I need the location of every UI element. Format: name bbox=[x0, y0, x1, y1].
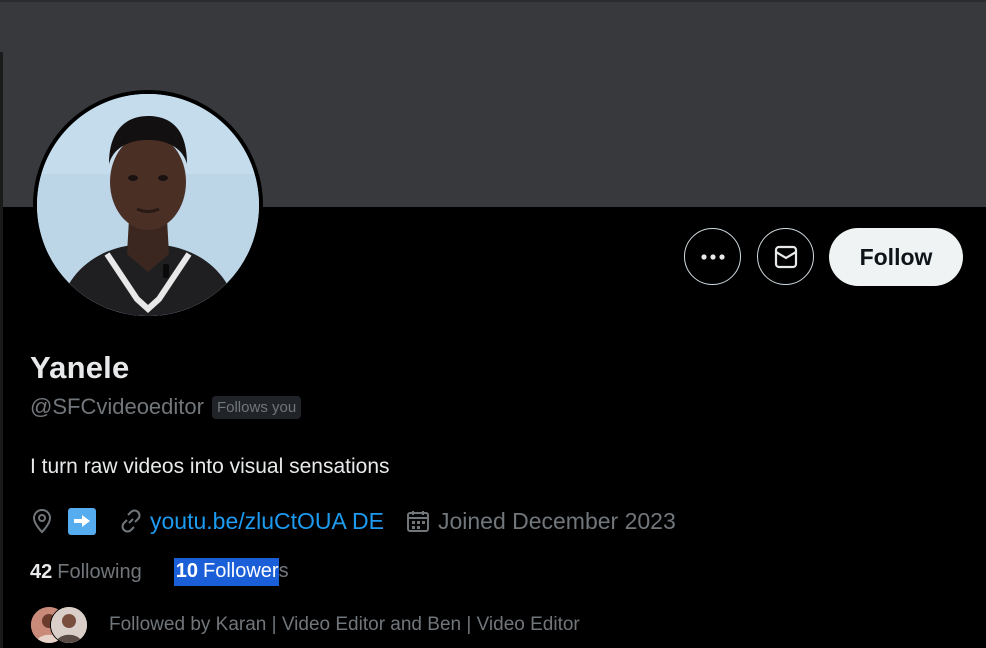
followed-by-avatars bbox=[30, 606, 88, 644]
avatar-photo bbox=[37, 94, 259, 316]
joined-date: Joined December 2023 bbox=[437, 507, 676, 534]
followers-label-selected: Follower bbox=[202, 560, 279, 582]
followed-by-text: Followed by Karan | Video Editor and Ben… bbox=[109, 614, 580, 635]
profile-page: Follow Yanele @SFCvideoeditor Follows yo… bbox=[0, 0, 986, 648]
website-link[interactable]: youtu.be/zluCtOUA DE bbox=[150, 508, 384, 535]
following-label: Following bbox=[57, 560, 142, 583]
message-button[interactable] bbox=[757, 228, 814, 285]
follow-counts: 42 Following 10 Follower s bbox=[30, 558, 289, 586]
profile-handle: @SFCvideoeditor bbox=[30, 394, 204, 419]
location-icon bbox=[30, 508, 54, 534]
profile-bio: I turn raw videos into visual sensations bbox=[30, 455, 390, 478]
follower-avatar bbox=[50, 606, 88, 644]
right-arrow-emoji-icon bbox=[68, 507, 96, 535]
link-icon bbox=[118, 508, 144, 534]
following-link[interactable]: 42 Following bbox=[30, 561, 142, 584]
following-count: 42 bbox=[30, 560, 53, 583]
profile-meta: youtu.be/zluCtOUA DE Joined December 202… bbox=[30, 505, 676, 537]
display-name: Yanele bbox=[30, 350, 130, 385]
text-selection-highlight: 10 Follower bbox=[173, 558, 279, 586]
more-horizontal-icon bbox=[700, 253, 725, 260]
followers-link[interactable]: 10 Follower s bbox=[173, 558, 289, 586]
calendar-icon bbox=[406, 509, 430, 533]
followers-label-tail: s bbox=[278, 560, 289, 582]
follows-you-badge: Follows you bbox=[211, 395, 302, 419]
banner-edge bbox=[0, 0, 986, 2]
column-divider bbox=[0, 52, 3, 648]
more-options-button[interactable] bbox=[684, 228, 741, 285]
followed-by-row[interactable]: Followed by Karan | Video Editor and Ben… bbox=[30, 606, 580, 644]
follow-button[interactable]: Follow bbox=[829, 228, 963, 286]
handle-row: @SFCvideoeditor Follows you bbox=[30, 394, 302, 420]
profile-avatar[interactable] bbox=[33, 90, 263, 320]
envelope-icon bbox=[774, 245, 797, 268]
followers-count: 10 bbox=[175, 560, 198, 582]
